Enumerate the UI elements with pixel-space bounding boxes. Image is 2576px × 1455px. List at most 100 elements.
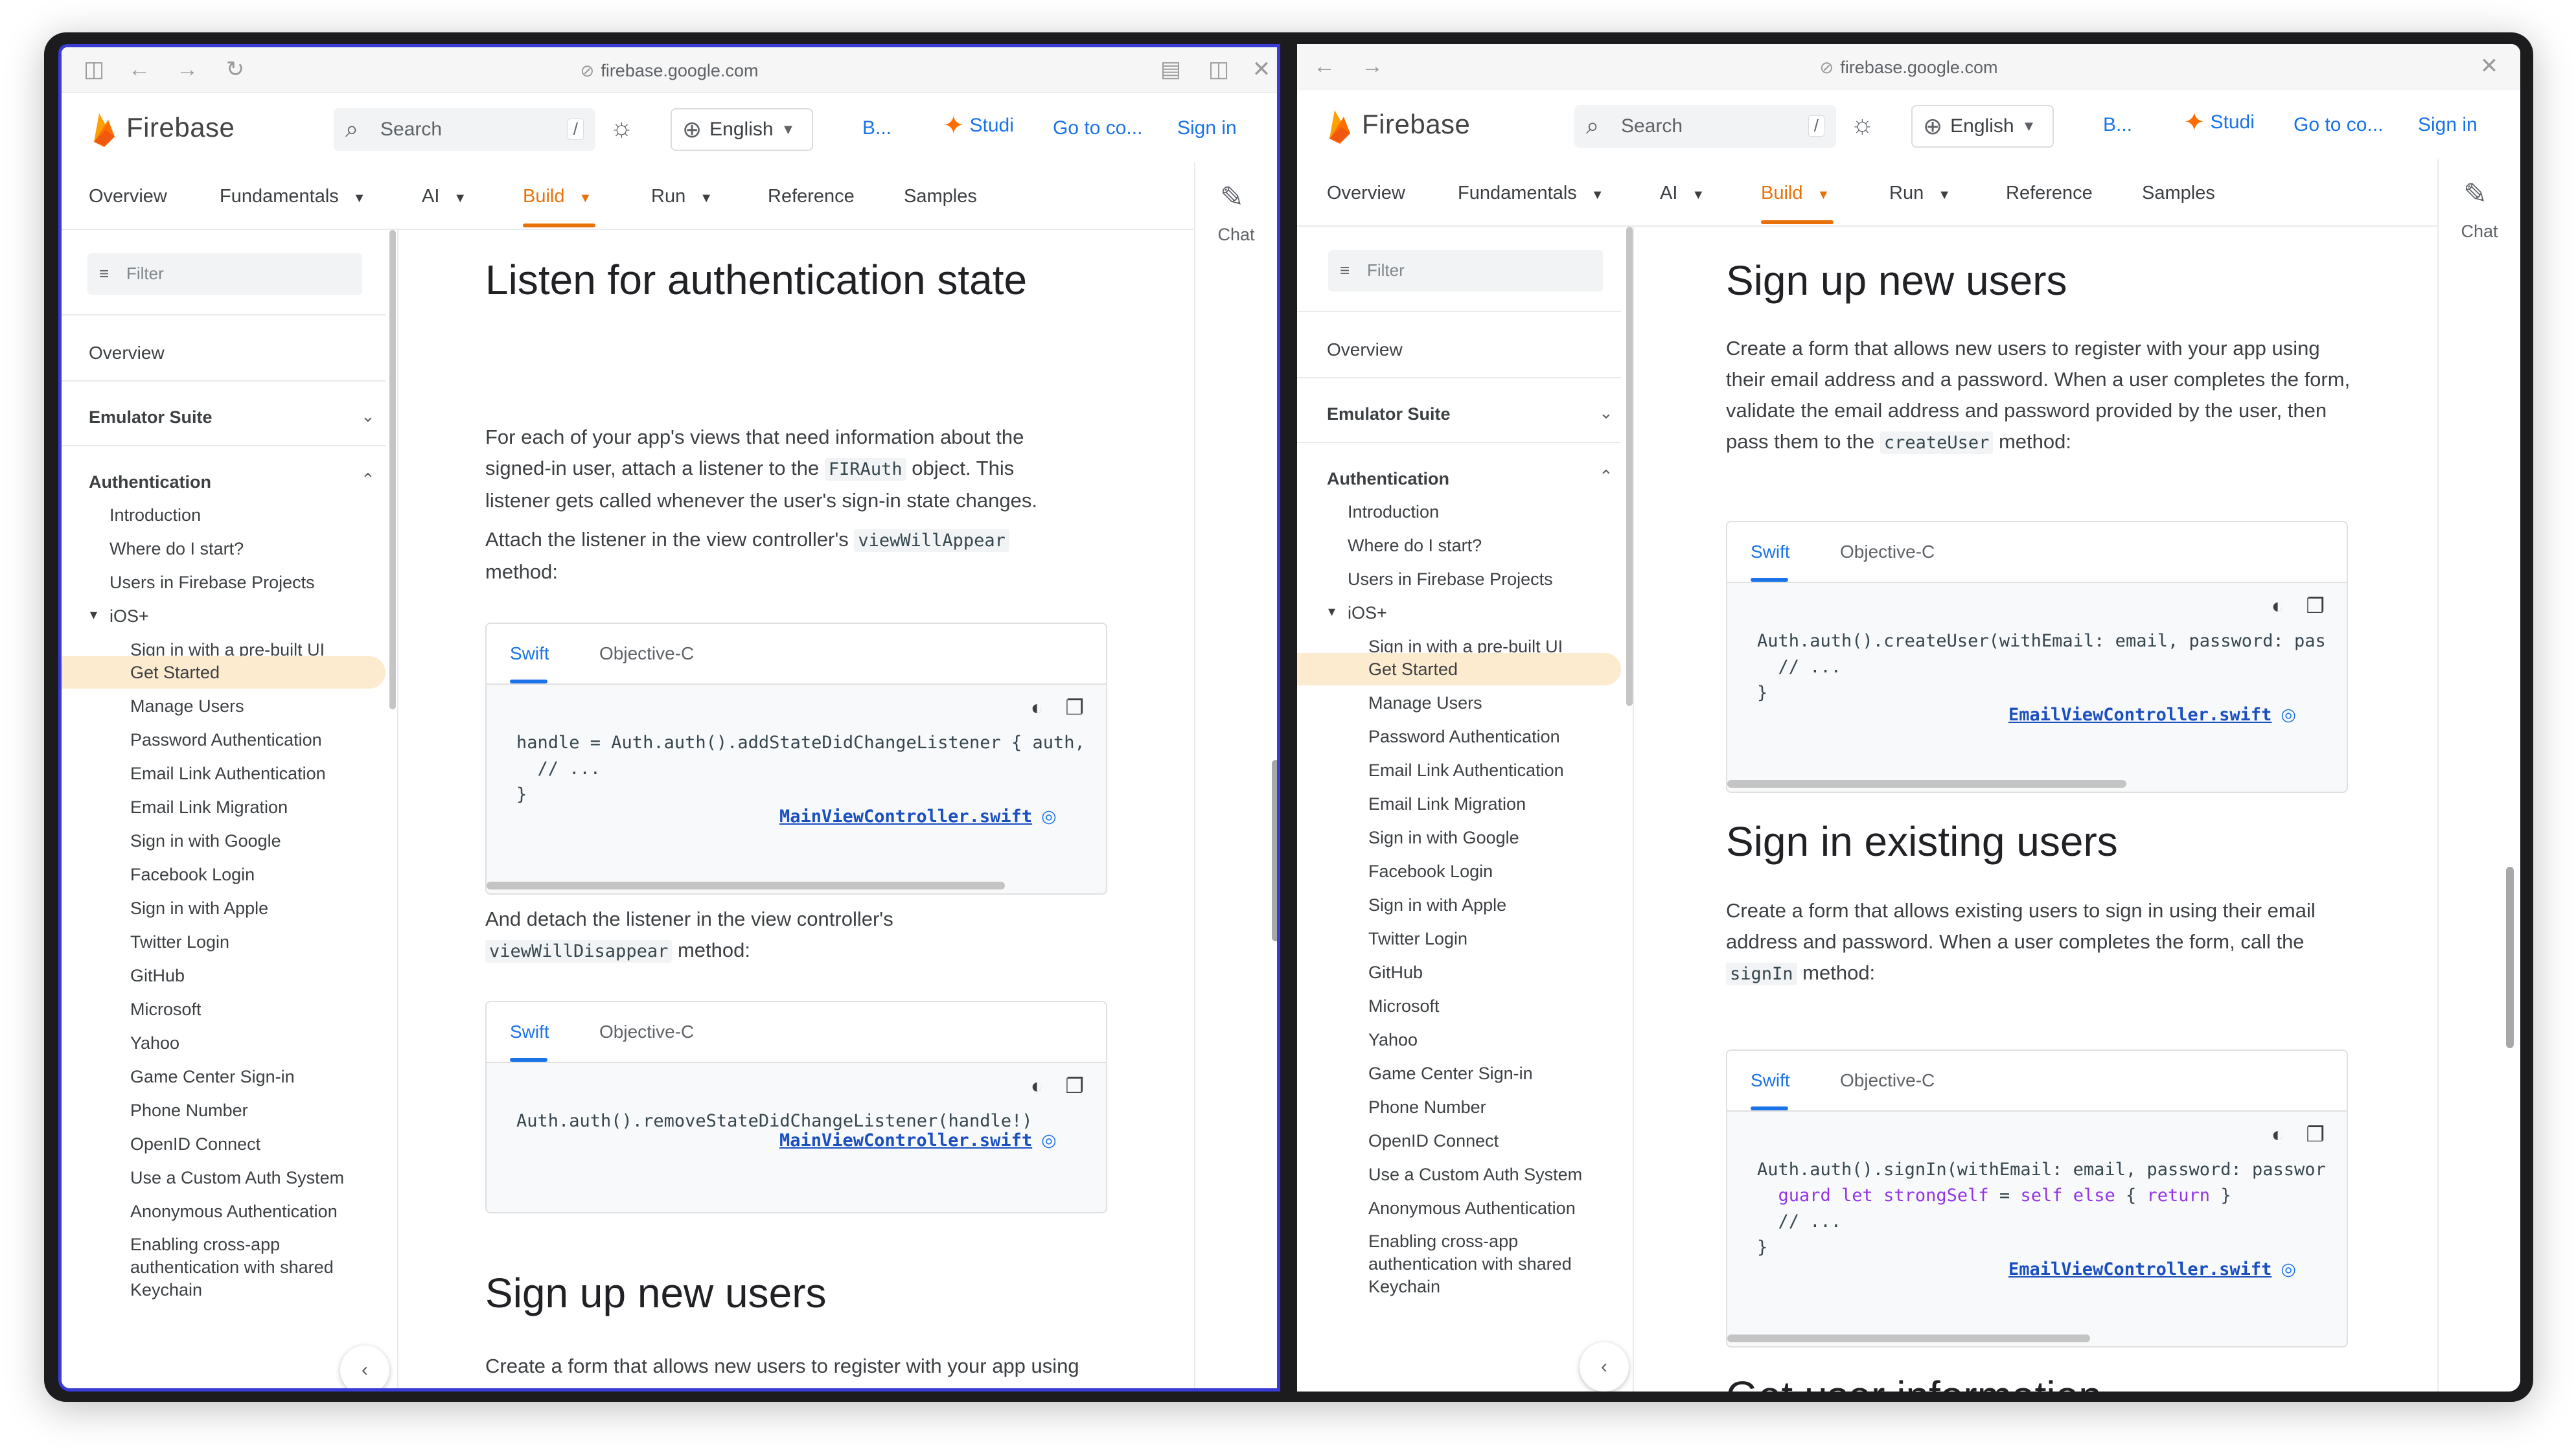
sidebar-item-keychain[interactable]: Enabling cross-app authentication with s… xyxy=(1368,1230,1589,1298)
sidebar-item-yahoo[interactable]: Yahoo xyxy=(130,1031,179,1055)
sidebar-item-twitter[interactable]: Twitter Login xyxy=(1368,927,1467,950)
sidebar-item-google[interactable]: Sign in with Google xyxy=(1368,826,1519,849)
header-link-b[interactable]: B... xyxy=(2103,114,2132,136)
sidebar-item-phone[interactable]: Phone Number xyxy=(1368,1095,1486,1119)
tab-fundamentals[interactable]: Fundamentals ▼ xyxy=(220,186,366,207)
sidebar-item-overview[interactable]: Overview xyxy=(89,343,165,363)
reader-icon[interactable]: ▤ xyxy=(1158,56,1184,82)
firebase-logo[interactable]: Firebase xyxy=(89,108,235,147)
header-link-b[interactable]: B... xyxy=(862,117,891,139)
tab-run[interactable]: Run ▼ xyxy=(1889,183,1951,204)
dark-mode-icon[interactable]: ◐ xyxy=(2271,594,2284,617)
sidebar-item-microsoft[interactable]: Microsoft xyxy=(1368,994,1440,1018)
page-scrollbar[interactable] xyxy=(2506,867,2514,1048)
tab-swift[interactable]: Swift xyxy=(1751,1070,1790,1091)
tab-swift[interactable]: Swift xyxy=(1751,542,1790,562)
sidebar-scrollbar[interactable] xyxy=(1626,227,1633,706)
sidebar-item-facebook[interactable]: Facebook Login xyxy=(1368,860,1493,883)
sidebar-section-authentication[interactable]: Authentication xyxy=(1327,469,1449,489)
tab-run[interactable]: Run ▼ xyxy=(651,186,713,207)
sidebar-scrollbar[interactable] xyxy=(389,230,396,709)
sidebar-item-microsoft[interactable]: Microsoft xyxy=(130,998,201,1021)
tab-overview[interactable]: Overview xyxy=(89,186,167,207)
tab-samples[interactable]: Samples xyxy=(904,186,977,207)
sidebar-item-anonymous[interactable]: Anonymous Authentication xyxy=(1368,1197,1576,1220)
theme-toggle-icon[interactable]: ☼ xyxy=(1850,110,1874,139)
sidebar-item-get-started[interactable]: Get Started xyxy=(1368,658,1458,681)
studio-link[interactable]: ✦ Studi xyxy=(2178,106,2255,139)
tab-build[interactable]: Build ▼ xyxy=(1761,183,1830,204)
filter-input[interactable]: ≡ Filter xyxy=(1328,250,1603,292)
tab-overview[interactable]: Overview xyxy=(1327,183,1405,204)
sidebar-section-emulator[interactable]: Emulator Suite xyxy=(1327,404,1451,424)
tab-objective-c[interactable]: Objective-C xyxy=(1840,542,1935,562)
sidebar-item-apple[interactable]: Sign in with Apple xyxy=(130,897,268,920)
tab-objective-c[interactable]: Objective-C xyxy=(599,1022,694,1042)
signin-link[interactable]: Sign in xyxy=(2418,114,2478,136)
sidebar-item-users-projects[interactable]: Users in Firebase Projects xyxy=(109,571,315,594)
sidebar-item-manage-users[interactable]: Manage Users xyxy=(1368,691,1482,715)
dark-mode-icon[interactable]: ◐ xyxy=(1031,696,1043,719)
browser-window-left[interactable]: ◫ ← → ↻ ⊘ firebase.google.com ▤ ◫ ✕ Fireb… xyxy=(58,44,1280,1392)
tab-objective-c[interactable]: Objective-C xyxy=(1840,1070,1935,1091)
source-link[interactable]: MainViewController.swift ◎ xyxy=(779,807,1057,827)
tab-reference[interactable]: Reference xyxy=(2006,183,2093,204)
sidebar-item-keychain[interactable]: Enabling cross-app authentication with s… xyxy=(130,1233,351,1301)
sidebar-item-manage-users[interactable]: Manage Users xyxy=(130,694,244,718)
tab-samples[interactable]: Samples xyxy=(2142,183,2215,204)
console-link[interactable]: Go to co... xyxy=(2294,114,2383,136)
sidebar-item-introduction[interactable]: Introduction xyxy=(109,503,201,527)
theme-toggle-icon[interactable]: ☼ xyxy=(610,113,634,142)
horizontal-scrollbar[interactable] xyxy=(1727,780,2126,788)
copy-icon[interactable]: ❐ xyxy=(2306,594,2325,617)
close-icon[interactable]: ✕ xyxy=(1248,56,1274,82)
copy-icon[interactable]: ❐ xyxy=(2306,1123,2325,1146)
sidebar-section-authentication[interactable]: Authentication xyxy=(89,472,211,492)
dark-mode-icon[interactable]: ◐ xyxy=(1031,1074,1043,1097)
sidebar-item-custom-auth[interactable]: Use a Custom Auth System xyxy=(130,1166,344,1189)
sidebar-item-get-started[interactable]: Get Started xyxy=(130,661,220,684)
sidebar-item-where-start[interactable]: Where do I start? xyxy=(1348,534,1482,557)
source-link[interactable]: EmailViewController.swift ◎ xyxy=(2008,705,2296,725)
address-bar[interactable]: ⊘ firebase.google.com xyxy=(1297,54,2520,80)
filter-input[interactable]: ≡ Filter xyxy=(87,253,362,295)
page-scrollbar[interactable] xyxy=(1272,760,1277,941)
close-icon[interactable]: ✕ xyxy=(2476,53,2502,79)
split-view-icon[interactable]: ◫ xyxy=(1206,56,1232,82)
sidebar-item-twitter[interactable]: Twitter Login xyxy=(130,930,229,954)
chat-panel[interactable]: ✎ Chat xyxy=(2437,159,2520,1392)
sidebar-item-users-projects[interactable]: Users in Firebase Projects xyxy=(1348,567,1553,591)
sidebar-item-ios[interactable]: iOS+ xyxy=(1348,601,1387,624)
sidebar-item-phone[interactable]: Phone Number xyxy=(130,1099,248,1122)
tab-swift[interactable]: Swift xyxy=(510,643,549,664)
source-link[interactable]: EmailViewController.swift ◎ xyxy=(2008,1259,2296,1279)
caret-down-icon[interactable]: ▾ xyxy=(1328,600,1335,623)
chevron-down-icon[interactable]: ⌄ xyxy=(1599,403,1613,423)
horizontal-scrollbar[interactable] xyxy=(1727,1335,2090,1342)
sidebar-item-ios[interactable]: iOS+ xyxy=(109,604,149,628)
horizontal-scrollbar[interactable] xyxy=(487,882,1005,889)
console-link[interactable]: Go to co... xyxy=(1053,117,1142,139)
copy-icon[interactable]: ❐ xyxy=(1065,696,1084,719)
tab-swift[interactable]: Swift xyxy=(510,1022,549,1042)
sidebar-item-email-link-auth[interactable]: Email Link Authentication xyxy=(1368,759,1564,782)
sidebar-item-email-link-migration[interactable]: Email Link Migration xyxy=(1368,792,1526,816)
sidebar-item-github[interactable]: GitHub xyxy=(130,964,185,987)
chevron-up-icon[interactable]: ⌃ xyxy=(1599,466,1613,487)
chevron-down-icon[interactable]: ⌄ xyxy=(361,406,375,426)
language-select[interactable]: ⊕ English ▼ xyxy=(1911,105,2054,148)
tab-build[interactable]: Build ▼ xyxy=(523,186,592,207)
sidebar-item-anonymous[interactable]: Anonymous Authentication xyxy=(130,1200,338,1223)
browser-window-right[interactable]: ← → ⊘ firebase.google.com ✕ Firebase ⌕ Se… xyxy=(1297,44,2520,1392)
sidebar-section-emulator[interactable]: Emulator Suite xyxy=(89,407,213,428)
sidebar-item-introduction[interactable]: Introduction xyxy=(1348,500,1439,523)
search-input[interactable]: ⌕ Search / xyxy=(334,108,595,151)
firebase-logo[interactable]: Firebase xyxy=(1324,105,1470,144)
chevron-up-icon[interactable]: ⌃ xyxy=(361,470,375,490)
sidebar-item-google[interactable]: Sign in with Google xyxy=(130,829,281,853)
source-link[interactable]: MainViewController.swift ◎ xyxy=(779,1130,1057,1151)
sidebar-item-game-center[interactable]: Game Center Sign-in xyxy=(130,1065,295,1088)
sidebar-item-yahoo[interactable]: Yahoo xyxy=(1368,1028,1418,1051)
sidebar-item-github[interactable]: GitHub xyxy=(1368,961,1423,984)
sidebar-item-password-auth[interactable]: Password Authentication xyxy=(130,728,322,751)
